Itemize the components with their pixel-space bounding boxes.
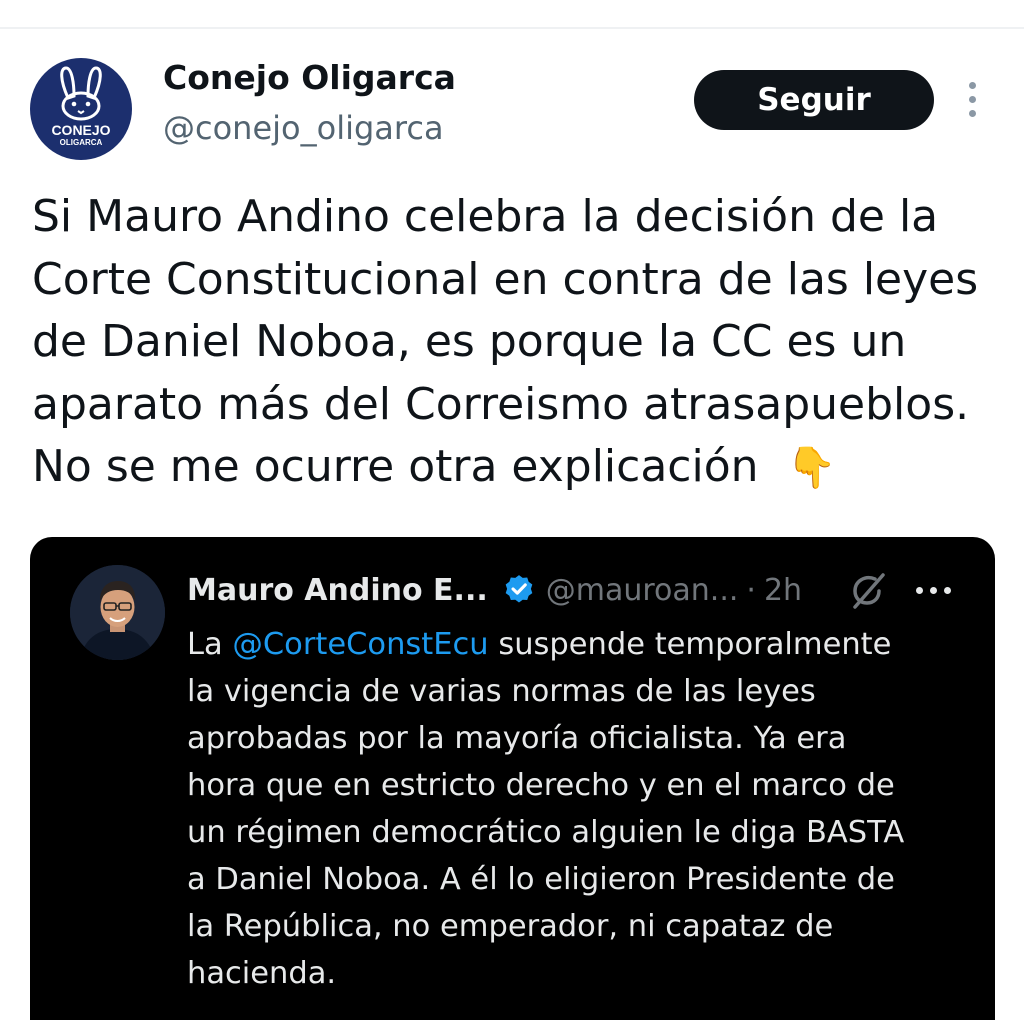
quoted-line: aprobadas por la mayoría oficialista. Ya… <box>187 721 847 756</box>
avatar-logo-text: CONEJO <box>51 122 111 138</box>
follow-button[interactable]: Seguir <box>694 70 934 130</box>
quoted-line: la República, no emperador, ni capataz d… <box>187 909 834 944</box>
tweet-last-line: No se me ocurre otra explicación 👇 <box>32 436 992 500</box>
separator-dot: · <box>746 572 756 608</box>
verified-badge-icon <box>505 575 533 603</box>
quoted-header: Mauro Andino E... @mauroan... · 2h <box>187 569 802 611</box>
quoted-line: la vigencia de varias normas de las leye… <box>187 674 816 709</box>
tweet-line: aparato más del Correismo atrasapueblos. <box>32 378 970 430</box>
author-avatar[interactable]: CONEJO OLIGARCA <box>30 58 132 160</box>
more-vertical-icon[interactable] <box>958 80 988 120</box>
tweet-line: Corte Constitucional en contra de las le… <box>32 253 979 305</box>
quoted-timestamp[interactable]: 2h <box>764 573 802 608</box>
pointing-down-emoji: 👇 <box>786 445 837 491</box>
quoted-line: hora que en estricto derecho y en el mar… <box>187 768 895 803</box>
quoted-text: La @CorteConstEcu suspende temporalmente… <box>187 621 977 997</box>
author-handle[interactable]: @conejo_oligarca <box>163 109 444 147</box>
grok-icon[interactable] <box>845 569 889 613</box>
tweet-line: de Daniel Noboa, es porque la CC es un <box>32 316 907 367</box>
avatar-logo-subtext: OLIGARCA <box>59 138 103 147</box>
quoted-line: un régimen democrático alguien le diga B… <box>187 815 905 850</box>
quoted-author-avatar[interactable] <box>70 565 165 660</box>
author-display-name[interactable]: Conejo Oligarca <box>163 58 456 97</box>
quoted-line: hacienda. <box>187 956 337 991</box>
quoted-line: a Daniel Noboa. A él lo eligieron Presid… <box>187 862 895 897</box>
tweet-line: Si Mauro Andino celebra la decisión de l… <box>32 191 939 242</box>
quoted-tweet-card[interactable]: Mauro Andino E... @mauroan... · 2h La @C… <box>30 537 995 1020</box>
person-photo <box>70 565 165 660</box>
tweet-page: CONEJO OLIGARCA Conejo Oligarca @conejo_… <box>0 0 1024 1020</box>
quoted-text-rest: suspende temporalmente <box>488 627 892 662</box>
quoted-handle[interactable]: @mauroan... <box>546 573 739 608</box>
quoted-display-name[interactable]: Mauro Andino E... <box>187 573 488 608</box>
tweet-line: No se me ocurre otra explicación <box>32 441 759 492</box>
tweet-text: Si Mauro Andino celebra la decisión de l… <box>32 186 992 500</box>
top-divider <box>0 27 1024 29</box>
mention-link[interactable]: @CorteConstEcu <box>232 627 488 662</box>
quoted-text-prefix: La <box>187 627 233 662</box>
quoted-line: La @CorteConstEcu suspende temporalmente <box>187 621 977 668</box>
more-horizontal-icon[interactable] <box>914 585 954 597</box>
